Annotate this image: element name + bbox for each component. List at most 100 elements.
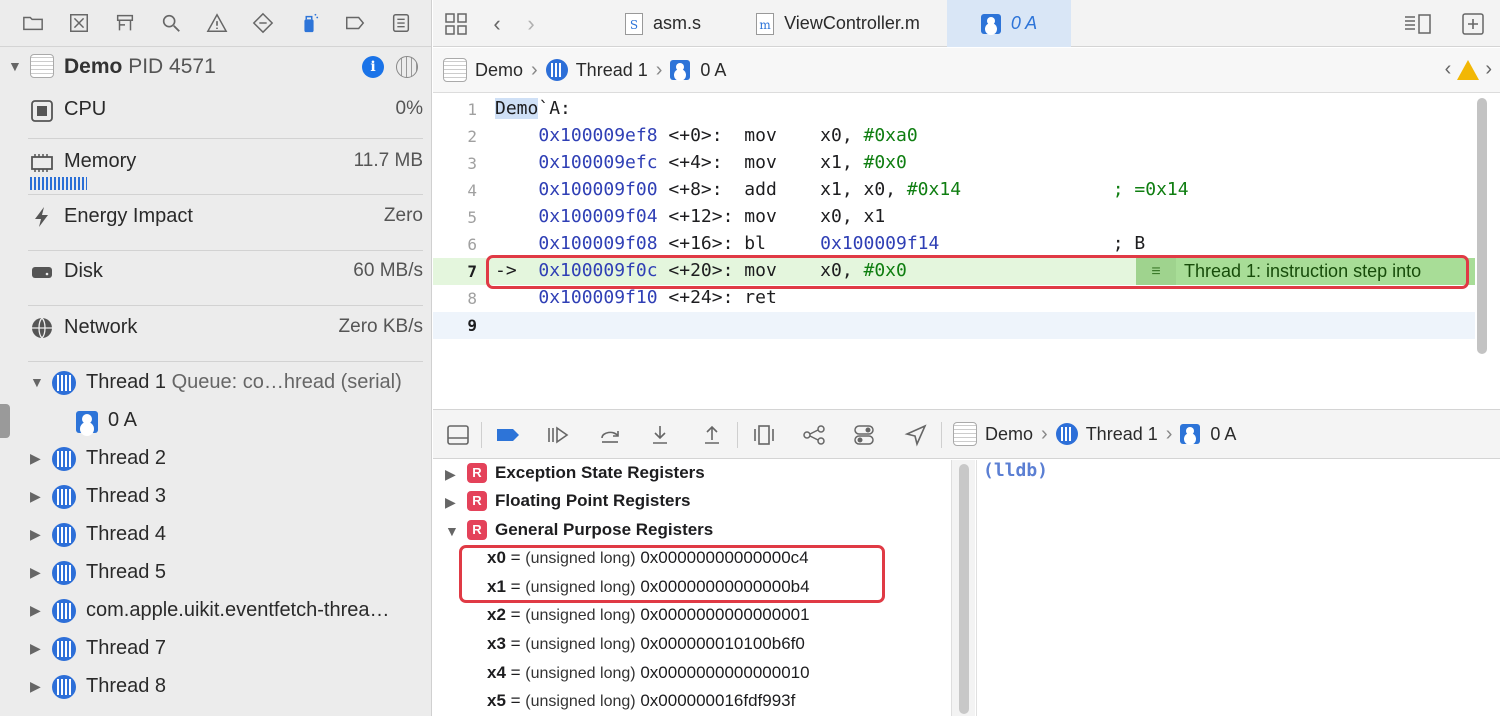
debug-navigator-button[interactable] bbox=[286, 8, 332, 38]
debug-path-app[interactable]: Demo bbox=[953, 422, 1033, 446]
lldb-console[interactable]: (lldb) bbox=[976, 460, 1500, 716]
asm-file-icon: S bbox=[624, 12, 643, 35]
disclosure-triangle-closed-icon[interactable]: ▶ bbox=[30, 602, 44, 619]
globe-icon bbox=[32, 317, 52, 339]
code-line[interactable]: 9 bbox=[433, 312, 1475, 339]
register-group-exception[interactable]: ▶ R Exception State Registers bbox=[433, 460, 951, 488]
thread-row-3[interactable]: ▶ Thread 3 bbox=[0, 478, 431, 516]
test-navigator-button[interactable] bbox=[240, 8, 286, 38]
previous-issue-chevron-icon[interactable]: ‹ bbox=[1445, 58, 1452, 81]
jump-bar-thread[interactable]: Thread 1 bbox=[545, 59, 648, 81]
disassembly-editor[interactable]: 1 Demo`A: 2 0x100009ef8 <+0>: mov x0, #0… bbox=[433, 94, 1500, 408]
hierarchy-icon bbox=[116, 14, 134, 31]
register-row-x3[interactable]: x3 = (unsigned long) 0x000000010100b6f0 bbox=[433, 631, 951, 659]
back-chevron-icon[interactable]: ‹ bbox=[487, 11, 507, 36]
resize-handle[interactable] bbox=[0, 404, 10, 438]
gauge-energy[interactable]: Energy Impact Zero bbox=[28, 195, 423, 251]
line-number: 2 bbox=[467, 127, 477, 146]
disclosure-triangle-closed-icon[interactable]: ▶ bbox=[30, 526, 44, 543]
report-navigator-button[interactable] bbox=[378, 8, 424, 38]
thread-label: Thread 5 bbox=[86, 561, 167, 583]
code-line[interactable]: 8 0x100009f10 <+24>: ret bbox=[433, 285, 1475, 312]
variables-scrollbar[interactable] bbox=[951, 460, 975, 716]
code-line[interactable]: 4 0x100009f00 <+8>: add x1, x0, #0x14 ; … bbox=[433, 177, 1475, 204]
breakpoint-navigator-button[interactable] bbox=[332, 8, 378, 38]
disclosure-triangle-closed-icon[interactable]: ▶ bbox=[30, 640, 44, 657]
variables-view[interactable]: ▶ R Exception State Registers ▶ R Floati… bbox=[433, 460, 951, 716]
process-name: Demo PID 4571 bbox=[64, 55, 216, 78]
simulate-location-button[interactable] bbox=[903, 422, 929, 448]
thread-row-1[interactable]: ▼ Thread 1 Queue: co…hread (serial) bbox=[0, 364, 431, 402]
register-row-x5[interactable]: x5 = (unsigned long) 0x000000016fdf993f bbox=[433, 688, 951, 716]
code-line[interactable]: 6 0x100009f08 <+16>: bl 0x100009f14 ; B bbox=[433, 231, 1475, 258]
disclosure-triangle-open-icon[interactable]: ▼ bbox=[8, 58, 22, 74]
code-line[interactable]: 5 0x100009f04 <+12>: mov x0, x1 bbox=[433, 204, 1475, 231]
thread-icon bbox=[52, 599, 76, 623]
jump-bar-app[interactable]: Demo bbox=[443, 58, 523, 82]
memory-graph-button[interactable] bbox=[801, 422, 827, 448]
code-text: 0x100009f08 <+16>: bl 0x100009f14 ; B bbox=[538, 233, 1146, 254]
process-row[interactable]: ▼ Demo PID 4571 i bbox=[0, 47, 431, 85]
step-into-button[interactable] bbox=[647, 422, 673, 448]
tab-asm[interactable]: S asm.s bbox=[593, 0, 733, 47]
warning-icon[interactable] bbox=[1457, 59, 1480, 80]
editor-scrollbar[interactable] bbox=[1477, 98, 1487, 354]
disclosure-triangle-open-icon[interactable]: ▼ bbox=[445, 523, 459, 539]
debug-view-hierarchy-button[interactable] bbox=[751, 422, 777, 448]
location-arrow-icon bbox=[904, 424, 927, 447]
disclosure-triangle-closed-icon[interactable]: ▶ bbox=[30, 450, 44, 467]
issue-navigator-button[interactable] bbox=[194, 8, 240, 38]
symbol-navigator-button[interactable] bbox=[102, 8, 148, 38]
continue-button[interactable] bbox=[545, 422, 571, 448]
code-line[interactable]: 2 0x100009ef8 <+0>: mov x0, #0xa0 bbox=[433, 123, 1475, 150]
gauge-network[interactable]: Network Zero KB/s bbox=[28, 306, 423, 362]
forward-chevron-icon[interactable]: › bbox=[521, 11, 541, 36]
register-row-x4[interactable]: x4 = (unsigned long) 0x0000000000000010 bbox=[433, 660, 951, 688]
disclosure-triangle-open-icon[interactable]: ▼ bbox=[30, 374, 44, 390]
code-line[interactable]: 1 Demo`A: bbox=[433, 96, 1475, 123]
find-navigator-button[interactable] bbox=[148, 8, 194, 38]
grid-menu-icon[interactable] bbox=[443, 12, 469, 36]
step-out-button[interactable] bbox=[699, 422, 725, 448]
stack-frame-row[interactable]: 0 A bbox=[0, 402, 431, 440]
thread-row-8[interactable]: ▶ Thread 8 bbox=[0, 668, 431, 706]
disclosure-triangle-closed-icon[interactable]: ▶ bbox=[30, 488, 44, 505]
debug-path-frame[interactable]: 0 A bbox=[1180, 424, 1236, 445]
debug-path-thread[interactable]: Thread 1 bbox=[1055, 423, 1158, 445]
thread-row-6[interactable]: ▶ com.apple.uikit.eventfetch-threa… bbox=[0, 592, 431, 630]
hide-debug-area-button[interactable] bbox=[445, 422, 471, 448]
disclosure-triangle-closed-icon[interactable]: ▶ bbox=[445, 494, 459, 511]
disclosure-triangle-closed-icon[interactable]: ▶ bbox=[30, 564, 44, 581]
disclosure-triangle-closed-icon[interactable]: ▶ bbox=[445, 466, 459, 483]
disclosure-triangle-closed-icon[interactable]: ▶ bbox=[30, 678, 44, 695]
gauge-disk[interactable]: Disk 60 MB/s bbox=[28, 250, 423, 306]
app-icon bbox=[30, 54, 54, 78]
thread-label: Thread 8 bbox=[86, 675, 167, 697]
info-icon[interactable]: i bbox=[362, 56, 384, 78]
gauge-cpu[interactable]: CPU 0% bbox=[28, 83, 423, 139]
next-issue-chevron-icon[interactable]: › bbox=[1485, 58, 1492, 81]
register-entry: x5 = (unsigned long) 0x000000016fdf993f bbox=[487, 691, 796, 710]
tab-frame-0-a[interactable]: 0 A bbox=[947, 0, 1071, 47]
register-row-x2[interactable]: x2 = (unsigned long) 0x0000000000000001 bbox=[433, 602, 951, 630]
add-editor-icon[interactable] bbox=[1461, 12, 1485, 36]
thread-pause-icon[interactable] bbox=[396, 56, 418, 78]
source-control-navigator-button[interactable] bbox=[56, 8, 102, 38]
project-navigator-button[interactable] bbox=[10, 8, 56, 38]
thread-row-5[interactable]: ▶ Thread 5 bbox=[0, 554, 431, 592]
objc-file-icon: m bbox=[756, 12, 775, 35]
thread-row-2[interactable]: ▶ Thread 2 bbox=[0, 440, 431, 478]
gauge-memory[interactable]: Memory 11.7 MB bbox=[28, 139, 423, 195]
thread-row-7[interactable]: ▶ Thread 7 bbox=[0, 630, 431, 668]
register-group-floating-point[interactable]: ▶ R Floating Point Registers bbox=[433, 488, 951, 516]
register-group-general-purpose[interactable]: ▼ R General Purpose Registers bbox=[433, 517, 951, 545]
tab-viewcontroller[interactable]: m ViewController.m bbox=[733, 0, 943, 47]
jump-bar-frame[interactable]: 0 A bbox=[670, 60, 726, 81]
environment-overrides-button[interactable] bbox=[851, 422, 877, 448]
step-over-button[interactable] bbox=[597, 422, 623, 448]
view-hierarchy-icon bbox=[754, 425, 774, 445]
thread-row-4[interactable]: ▶ Thread 4 bbox=[0, 516, 431, 554]
code-line[interactable]: 3 0x100009efc <+4>: mov x1, #0x0 bbox=[433, 150, 1475, 177]
breakpoints-toggle-button[interactable] bbox=[495, 422, 521, 448]
editor-options-icon[interactable] bbox=[1403, 12, 1433, 36]
